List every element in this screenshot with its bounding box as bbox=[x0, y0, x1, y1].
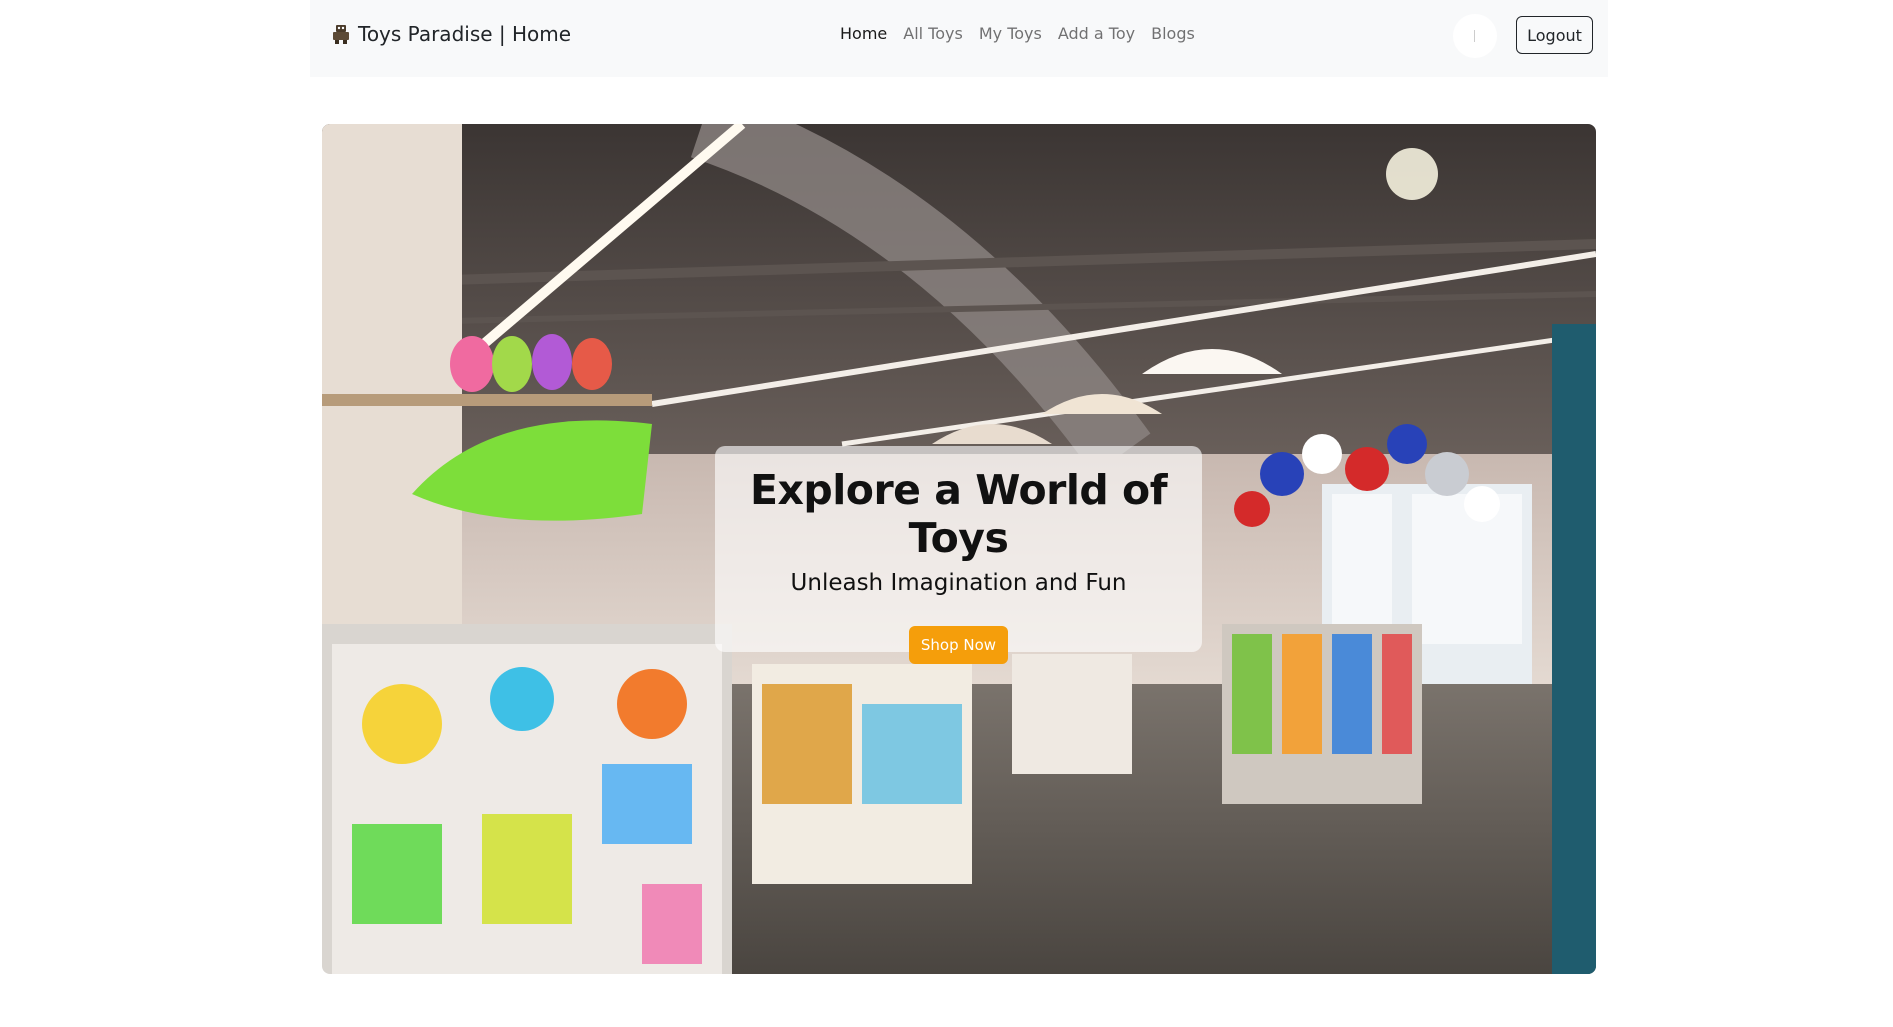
shop-now-button[interactable]: Shop Now bbox=[909, 626, 1008, 664]
nav-link-blogs[interactable]: Blogs bbox=[1151, 24, 1195, 43]
hero-subtitle: Unleash Imagination and Fun bbox=[790, 570, 1127, 596]
brand-label: Toys Paradise | Home bbox=[358, 22, 572, 46]
avatar-placeholder bbox=[1474, 30, 1475, 42]
hero-banner: Explore a World of Toys Unleash Imaginat… bbox=[322, 124, 1596, 974]
hero-title: Explore a World of Toys bbox=[749, 466, 1168, 562]
nav-link-home[interactable]: Home bbox=[840, 24, 887, 43]
nav-link-my-toys[interactable]: My Toys bbox=[979, 24, 1042, 43]
logout-button[interactable]: Logout bbox=[1516, 16, 1593, 54]
nav-links: Home All Toys My Toys Add a Toy Blogs bbox=[840, 24, 1195, 43]
navbar: Toys Paradise | Home Home All Toys My To… bbox=[310, 0, 1608, 77]
nav-link-add-toy[interactable]: Add a Toy bbox=[1058, 24, 1135, 43]
hero-card: Explore a World of Toys Unleash Imaginat… bbox=[715, 446, 1202, 664]
toy-robot-icon bbox=[333, 25, 349, 44]
brand[interactable]: Toys Paradise | Home bbox=[330, 22, 571, 46]
nav-link-all-toys[interactable]: All Toys bbox=[903, 24, 963, 43]
avatar[interactable] bbox=[1453, 14, 1497, 58]
